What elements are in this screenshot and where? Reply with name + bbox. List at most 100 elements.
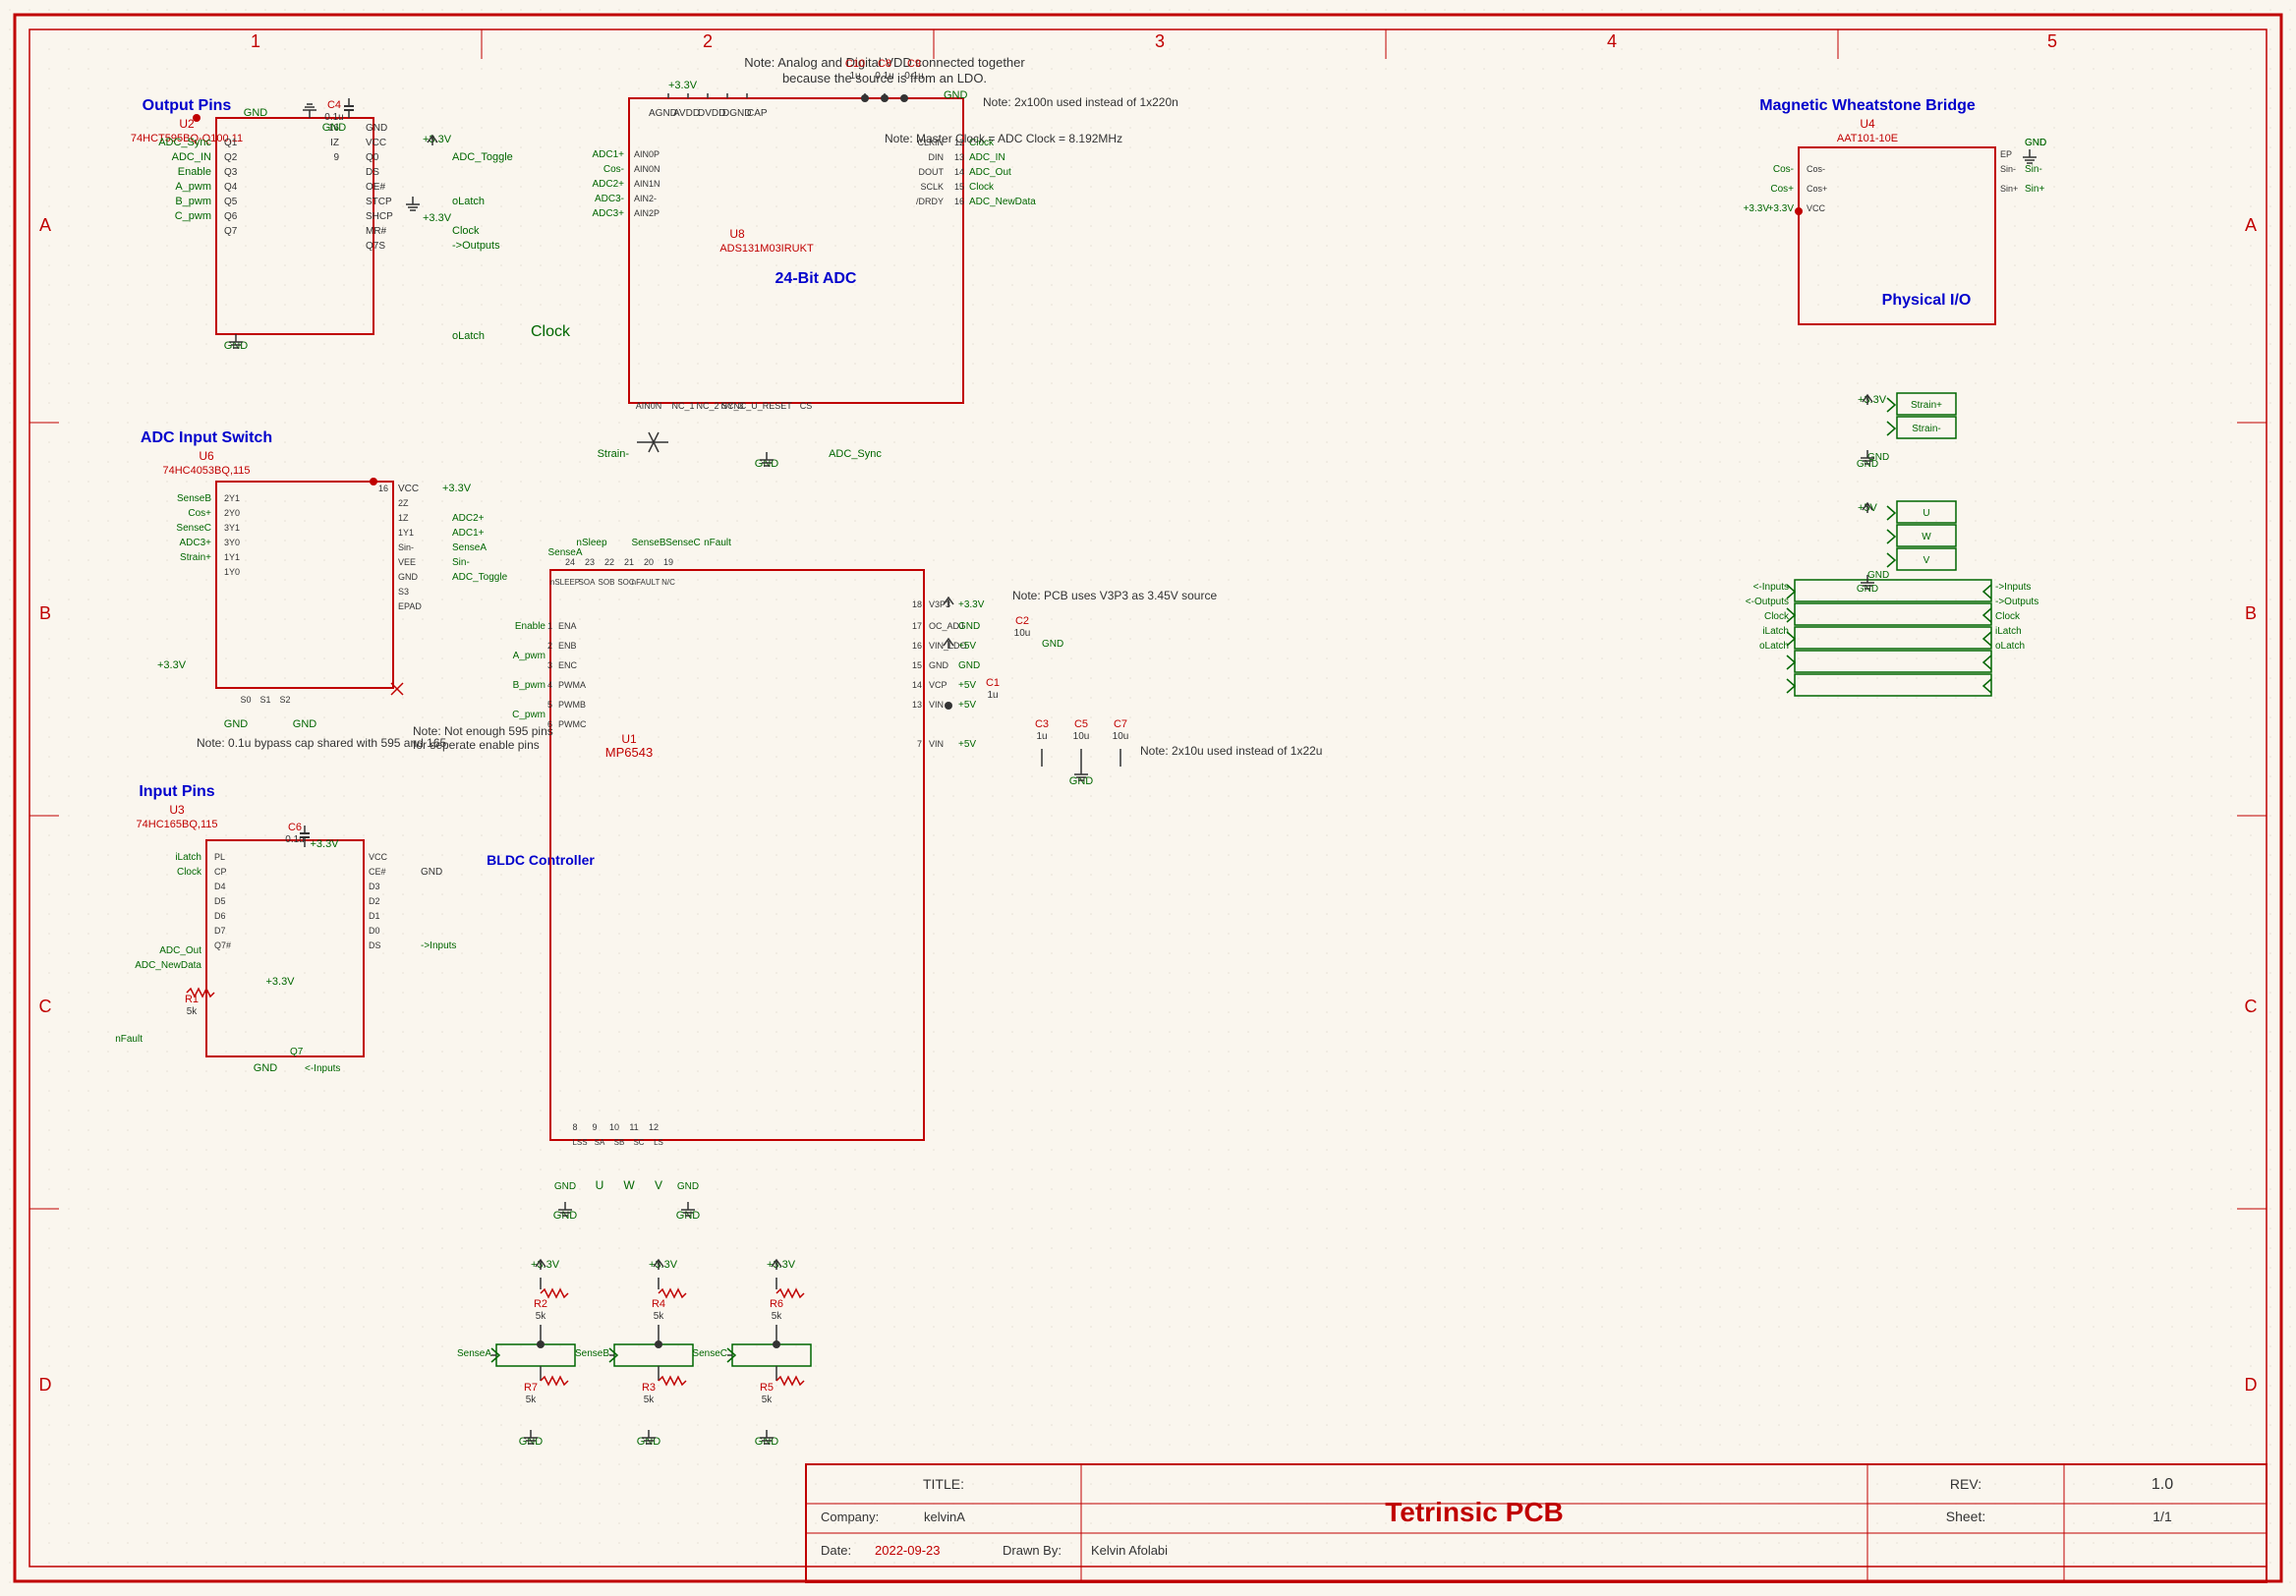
- svg-text:<-Inputs: <-Inputs: [1753, 582, 1789, 593]
- u3-ref: U3: [169, 803, 185, 817]
- svg-text:D7: D7: [214, 926, 226, 936]
- svg-text:SB: SB: [614, 1138, 625, 1147]
- svg-text:4: 4: [547, 680, 552, 690]
- svg-text:oLatch: oLatch: [1759, 641, 1789, 652]
- schematic-canvas: 1 2 3 4 5 A B C D A B C D TITLE: Tetrins…: [0, 0, 2296, 1596]
- u6-value: 74HC4053BQ,115: [162, 465, 250, 477]
- u8-value: ADS131M03IRUKT: [719, 243, 814, 255]
- svg-text:iLatch: iLatch: [1995, 626, 2022, 637]
- vcc-dot-u4: [1795, 207, 1803, 215]
- svg-text:R5: R5: [760, 1382, 774, 1394]
- svg-text:PWMB: PWMB: [558, 700, 586, 710]
- svg-text:GND: GND: [224, 718, 249, 730]
- svg-text:D6: D6: [214, 911, 226, 921]
- svg-text:+3.3V: +3.3V: [1768, 203, 1795, 214]
- svg-text:SCLK: SCLK: [920, 182, 944, 192]
- svg-text:B_pwm: B_pwm: [513, 680, 545, 691]
- svg-text:20: 20: [644, 557, 654, 567]
- svg-text:C5: C5: [1074, 718, 1088, 730]
- svg-text:Cos+: Cos+: [1770, 184, 1794, 195]
- svg-text:AIN2P: AIN2P: [634, 208, 660, 218]
- svg-text:5k: 5k: [654, 1311, 665, 1322]
- svg-text:Cos-: Cos-: [1773, 164, 1794, 175]
- svg-text:5k: 5k: [762, 1395, 774, 1405]
- svg-text:C8: C8: [878, 58, 891, 70]
- svg-text:VCC: VCC: [366, 138, 386, 148]
- svg-text:Sin+: Sin+: [2000, 184, 2018, 194]
- svg-text:S0: S0: [240, 695, 251, 705]
- svg-text:ADC_Sync: ADC_Sync: [829, 448, 882, 460]
- svg-text:11: 11: [629, 1122, 638, 1132]
- svg-text:W: W: [623, 1178, 635, 1192]
- svg-text:GND: GND: [293, 718, 317, 730]
- svg-text:2: 2: [547, 641, 552, 651]
- svg-text:Sin-: Sin-: [452, 557, 470, 568]
- u4-value: AAT101-10E: [1837, 133, 1898, 144]
- svg-text:GND: GND: [958, 660, 980, 671]
- svg-text:nFAULT: nFAULT: [632, 578, 660, 587]
- svg-text:C6: C6: [288, 822, 302, 833]
- svg-text:ADC_IN: ADC_IN: [969, 152, 1005, 163]
- svg-text:GND: GND: [958, 621, 980, 632]
- svg-text:Strain-: Strain-: [1912, 424, 1940, 434]
- svg-text:Sin-: Sin-: [2000, 164, 2016, 174]
- svg-text:GND: GND: [554, 1181, 576, 1192]
- svg-text:GND: GND: [421, 867, 442, 878]
- svg-text:<-Inputs: <-Inputs: [305, 1063, 340, 1074]
- svg-text:D0: D0: [369, 926, 380, 936]
- svg-text:5k: 5k: [526, 1395, 538, 1405]
- svg-text:2Y0: 2Y0: [224, 508, 240, 518]
- svg-text:ADC_Out: ADC_Out: [159, 945, 201, 956]
- svg-text:A_pwm: A_pwm: [175, 181, 211, 193]
- svg-text:Q2: Q2: [224, 152, 238, 163]
- junction-3: [900, 94, 908, 102]
- svg-text:18: 18: [912, 599, 922, 609]
- svg-text:TITLE:: TITLE:: [923, 1476, 964, 1492]
- svg-text:AIN0P: AIN0P: [634, 149, 660, 159]
- svg-text:5: 5: [2047, 31, 2057, 51]
- svg-text:1u: 1u: [987, 690, 998, 701]
- svg-text:DOUT: DOUT: [919, 167, 945, 177]
- svg-text:A: A: [2245, 215, 2257, 235]
- svg-text:GND: GND: [2025, 138, 2046, 148]
- svg-text:16: 16: [954, 197, 964, 206]
- svg-text:/DRDY: /DRDY: [916, 197, 944, 206]
- svg-text:D: D: [2245, 1375, 2258, 1395]
- svg-text:1Z: 1Z: [398, 513, 409, 523]
- svg-text:AIN1N: AIN1N: [634, 179, 660, 189]
- svg-text:nFault: nFault: [115, 1034, 143, 1045]
- svg-text:DIN: DIN: [929, 152, 945, 162]
- svg-text:SOA: SOA: [579, 578, 597, 587]
- svg-text:AIN2-: AIN2-: [634, 194, 657, 203]
- svg-text:21: 21: [624, 557, 634, 567]
- svg-text:ENC: ENC: [558, 660, 578, 670]
- output-pins-label: Output Pins: [143, 97, 232, 114]
- svg-text:B_pwm: B_pwm: [175, 196, 211, 207]
- svg-text:MR#: MR#: [366, 226, 387, 237]
- svg-text:W: W: [1922, 532, 1931, 542]
- svg-text:ADC_Toggle: ADC_Toggle: [452, 151, 513, 163]
- company-text: kelvinA: [924, 1510, 965, 1524]
- svg-text:PWMC: PWMC: [558, 719, 587, 729]
- u8-ref: U8: [729, 227, 745, 241]
- svg-text:Clock: Clock: [1995, 611, 2021, 622]
- svg-text:Strain+: Strain+: [180, 552, 211, 563]
- svg-text:ADC_NewData: ADC_NewData: [969, 197, 1036, 207]
- svg-text:->Inputs: ->Inputs: [1995, 582, 2031, 593]
- svg-text:SOB: SOB: [599, 578, 615, 587]
- svg-text:+3.3V: +3.3V: [423, 212, 452, 224]
- svg-text:SenseA: SenseA: [452, 542, 487, 553]
- svg-text:ADC_Sync: ADC_Sync: [158, 137, 211, 148]
- junction-1: [861, 94, 869, 102]
- svg-text:SenseA: SenseA: [457, 1348, 491, 1359]
- svg-text:CAP: CAP: [747, 108, 768, 119]
- svg-text:S3: S3: [398, 587, 409, 597]
- junction-sensea: [537, 1340, 545, 1348]
- svg-text:OE#: OE#: [366, 182, 385, 193]
- bridge-label: Magnetic Wheatstone Bridge: [1759, 97, 1976, 114]
- svg-text:GND: GND: [244, 107, 268, 119]
- note3: Note: Master Clock = ADC Clock = 8.192MH…: [885, 132, 1122, 145]
- svg-text:5k: 5k: [187, 1006, 199, 1017]
- svg-text:C4: C4: [327, 99, 341, 111]
- svg-text:VEE: VEE: [398, 557, 416, 567]
